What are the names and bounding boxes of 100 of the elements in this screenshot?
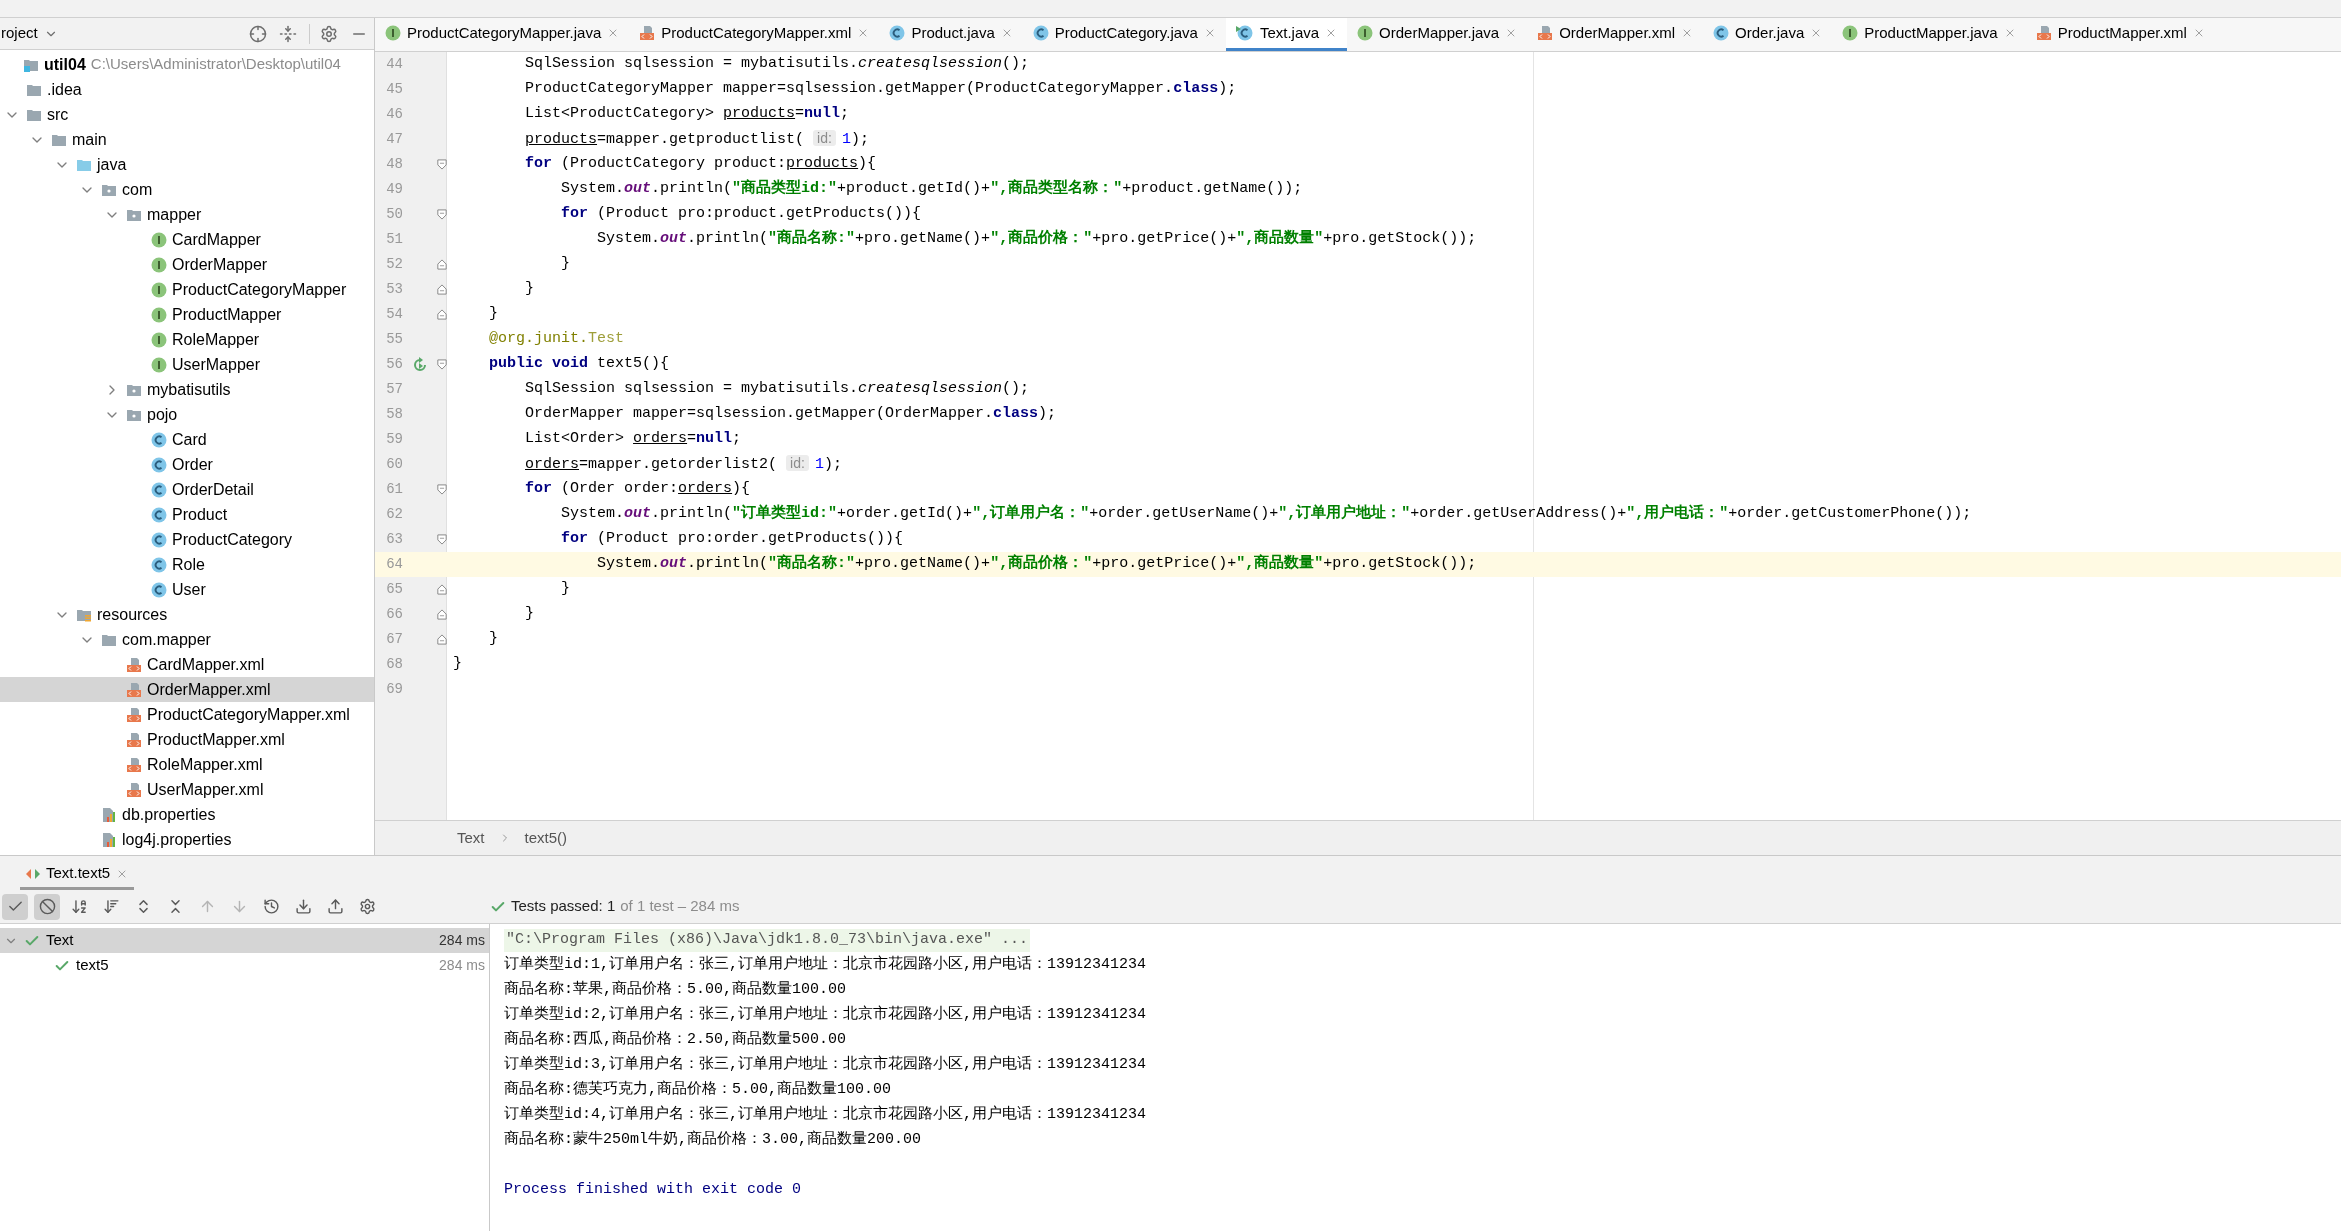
run-config-icon (26, 867, 40, 880)
code-line: orders=mapper.getorderlist2( id: 1); (524, 453, 842, 475)
fold-icon[interactable] (437, 533, 447, 546)
tree-label: ProductCategoryMapper.xml (147, 704, 350, 725)
tree-item[interactable]: db.properties (0, 802, 374, 827)
console-exit-message: Process finished with exit code 0 (504, 1180, 802, 1201)
tree-item[interactable]: main (0, 127, 374, 152)
tree-item[interactable]: mybatisutils (0, 377, 374, 402)
line-number: 65 (385, 580, 403, 599)
tree-item[interactable]: RoleMapper (0, 327, 374, 352)
editor-tab[interactable]: ProductCategoryMapper.java (375, 18, 630, 51)
tree-item[interactable]: RoleMapper.xml (0, 752, 374, 777)
check-icon[interactable] (2, 893, 28, 920)
editor-tab[interactable]: Order.java (1703, 18, 1833, 51)
tree-item[interactable]: pojo (0, 402, 374, 427)
tree-label: com.mapper (122, 629, 211, 650)
collapse-all-icon[interactable] (279, 24, 297, 43)
xml-file-icon (126, 656, 142, 673)
tree-item[interactable]: OrderMapper (0, 252, 374, 277)
code-line: for (Order order:orders){ (524, 479, 751, 500)
tree-item[interactable]: util04 C:\Users\Administrator\Desktop\util04 (0, 52, 374, 77)
tree-item[interactable]: Card (0, 427, 374, 452)
breadcrumb-item[interactable]: text5() (524, 826, 568, 850)
tree-label: log4j.properties (122, 829, 232, 850)
tree-item[interactable]: UserMapper (0, 352, 374, 377)
editor-tab[interactable]: Product.java (879, 18, 1023, 51)
editor-tab[interactable]: ProductCategoryMapper.xml (629, 18, 880, 51)
tree-item[interactable]: ProductMapper.xml (0, 727, 374, 752)
tree-item[interactable]: User (0, 577, 374, 602)
tree-item[interactable]: java (0, 152, 374, 177)
code-line: OrderMapper mapper=sqlsession.getMapper(OrderMapper.class); (524, 404, 1057, 425)
tree-label: db.properties (122, 804, 216, 825)
editor-tab[interactable]: Text.java (1225, 18, 1348, 51)
fold-icon[interactable] (437, 358, 447, 371)
line-number: 44 (385, 55, 403, 74)
tree-item[interactable]: Product (0, 502, 374, 527)
line-number: 60 (385, 455, 403, 474)
fold-icon[interactable] (437, 158, 447, 171)
tree-item[interactable]: mapper (0, 202, 374, 227)
class-icon (151, 506, 167, 523)
code-line: } (488, 629, 499, 650)
class-icon (151, 556, 167, 573)
tree-item[interactable]: com (0, 177, 374, 202)
fold-end-icon[interactable] (437, 258, 447, 271)
tree-label: mybatisutils (147, 379, 231, 400)
breadcrumb-item[interactable]: Text (457, 826, 485, 850)
fold-end-icon[interactable] (437, 308, 447, 321)
tree-item[interactable]: Role (0, 552, 374, 577)
tree-item[interactable]: .idea (0, 77, 374, 102)
test-tree-item[interactable]: Text 284 ms (0, 928, 489, 953)
code-line: } (524, 279, 535, 300)
class-icon (151, 531, 167, 548)
settings-icon[interactable] (320, 24, 338, 43)
tree-item[interactable]: Order (0, 452, 374, 477)
code-line: public void text5(){ (488, 354, 670, 375)
tree-item[interactable]: resources (0, 602, 374, 627)
xml-file-icon (1537, 25, 1554, 41)
tree-item[interactable]: UserMapper.xml (0, 777, 374, 802)
fold-end-icon[interactable] (437, 583, 447, 596)
editor-tab[interactable]: OrderMapper.xml (1527, 18, 1704, 51)
tree-item[interactable]: ProductMapper (0, 302, 374, 327)
fold-icon[interactable] (437, 483, 447, 496)
xml-file-icon (126, 756, 142, 773)
tree-item[interactable]: CardMapper (0, 227, 374, 252)
fold-end-icon[interactable] (437, 633, 447, 646)
run-test-icon[interactable] (412, 356, 428, 373)
code-line: for (Product pro:order.getProducts()){ (560, 529, 904, 550)
tree-label: UserMapper.xml (147, 779, 264, 800)
tree-item[interactable]: OrderMapper.xml (0, 677, 374, 702)
project-view-title[interactable]: roject (0, 22, 38, 45)
locate-icon[interactable] (249, 24, 267, 43)
editor-tab[interactable]: ProductMapper.java (1832, 18, 2026, 51)
class-icon (889, 25, 906, 41)
test-time: 284 ms (439, 931, 485, 950)
tree-item[interactable]: CardMapper.xml (0, 652, 374, 677)
editor-tab[interactable]: OrderMapper.java (1347, 18, 1528, 51)
test-tree-item[interactable]: text5 284 ms (0, 953, 489, 978)
line-number: 66 (385, 605, 403, 624)
tree-item[interactable]: com.mapper (0, 627, 374, 652)
fold-end-icon[interactable] (437, 608, 447, 621)
tree-label: OrderMapper (172, 254, 268, 275)
line-number: 69 (385, 680, 403, 699)
editor-tab[interactable]: ProductMapper.xml (2025, 18, 2215, 51)
console-line: 订单类型id:2,订单用户名：张三,订单用户地址：北京市花园路小区,用户电话：13912341234 (504, 1004, 1147, 1026)
tree-item[interactable]: OrderDetail (0, 477, 374, 502)
line-number: 68 (385, 655, 403, 674)
fold-icon[interactable] (437, 208, 447, 221)
stop-icon[interactable] (34, 893, 60, 920)
class-icon (1713, 25, 1730, 41)
fold-end-icon[interactable] (437, 283, 447, 296)
editor-tab[interactable]: ProductCategory.java (1022, 18, 1226, 51)
xml-file-icon (126, 731, 142, 748)
tree-item[interactable]: log4j.properties (0, 827, 374, 852)
xml-file-icon (2035, 25, 2052, 41)
tree-item[interactable]: ProductCategoryMapper (0, 277, 374, 302)
tree-item[interactable]: ProductCategoryMapper.xml (0, 702, 374, 727)
tree-item[interactable]: src (0, 102, 374, 127)
tree-label: OrderMapper.xml (147, 679, 271, 700)
tree-item[interactable]: ProductCategory (0, 527, 374, 552)
test-name: Text (46, 930, 75, 951)
